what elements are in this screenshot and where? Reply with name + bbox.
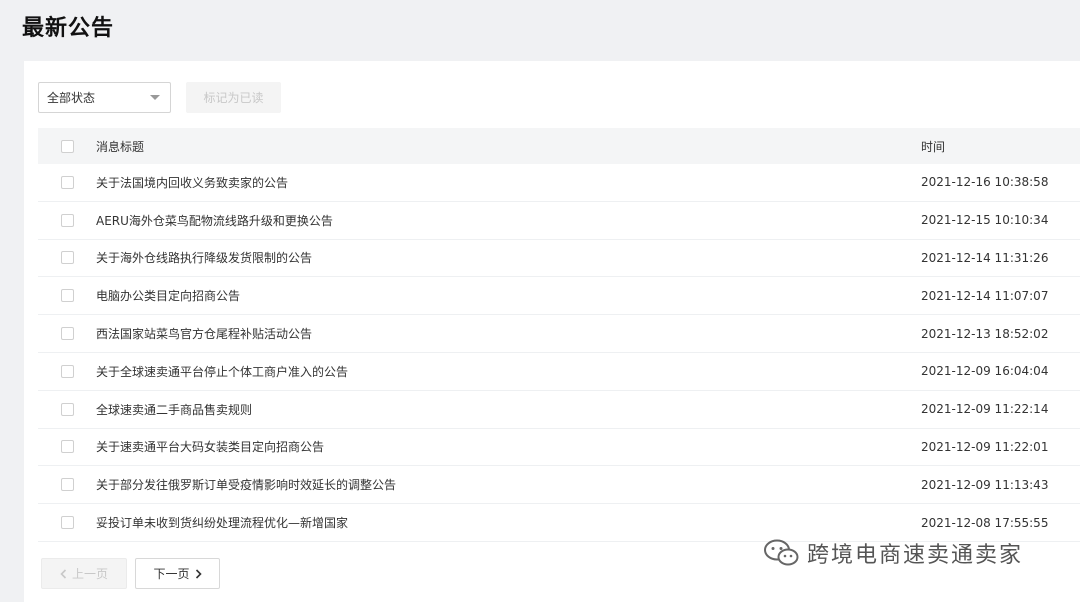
row-time: 2021-12-14 11:07:07	[921, 288, 1049, 303]
row-title-link[interactable]: 妥投订单未收到货纠纷处理流程优化—新增国家	[96, 514, 921, 531]
row-checkbox[interactable]	[60, 364, 74, 378]
row-time: 2021-12-15 10:10:34	[921, 213, 1049, 228]
row-title-link[interactable]: 电脑办公类目定向招商公告	[96, 287, 921, 304]
table-row[interactable]: 关于法国境内回收义务致卖家的公告 2021-12-16 10:38:58	[38, 164, 1080, 202]
row-title-link[interactable]: 关于速卖通平台大码女装类目定向招商公告	[96, 438, 921, 455]
status-filter-select[interactable]: 全部状态	[38, 81, 171, 113]
row-time: 2021-12-09 11:22:14	[921, 402, 1049, 417]
wechat-icon	[764, 539, 799, 566]
prev-page-label: 上一页	[71, 567, 108, 581]
row-checkbox[interactable]	[60, 516, 74, 530]
row-checkbox[interactable]	[60, 440, 74, 454]
row-checkbox[interactable]	[60, 478, 74, 492]
select-all-checkbox[interactable]	[60, 139, 74, 153]
table-row[interactable]: 西法国家站菜鸟官方仓尾程补贴活动公告 2021-12-13 18:52:02	[38, 315, 1080, 353]
table-row[interactable]: 关于部分发往俄罗斯订单受疫情影响时效延长的调整公告 2021-12-09 11:…	[38, 466, 1080, 505]
page-title: 最新公告	[22, 16, 115, 41]
row-time: 2021-12-16 10:38:58	[921, 175, 1049, 190]
chevron-right-icon	[195, 568, 202, 579]
row-checkbox[interactable]	[60, 213, 74, 227]
row-title-link[interactable]: 关于法国境内回收义务致卖家的公告	[96, 174, 921, 191]
row-time: 2021-12-09 16:04:04	[921, 364, 1049, 379]
table-row[interactable]: 电脑办公类目定向招商公告 2021-12-14 11:07:07	[38, 277, 1080, 316]
next-page-label: 下一页	[153, 567, 190, 581]
row-checkbox[interactable]	[60, 251, 74, 265]
row-time: 2021-12-14 11:31:26	[921, 250, 1049, 265]
status-filter-value: 全部状态	[47, 90, 96, 105]
row-title-link[interactable]: 关于部分发往俄罗斯订单受疫情影响时效延长的调整公告	[96, 476, 921, 493]
table-row[interactable]: AERU海外仓菜鸟配物流线路升级和更换公告 2021-12-15 10:10:3…	[38, 202, 1080, 240]
row-checkbox[interactable]	[60, 402, 74, 416]
table-row[interactable]: 关于速卖通平台大码女装类目定向招商公告 2021-12-09 11:22:01	[38, 429, 1080, 467]
row-time: 2021-12-08 17:55:55	[921, 515, 1049, 530]
announcement-panel: 全部状态 标记为已读 消息标题 时间 关于法国境内回收义务致卖家的公告 2021…	[24, 61, 1080, 602]
mark-as-read-button[interactable]: 标记为已读	[186, 81, 281, 113]
table-header: 消息标题 时间	[38, 128, 1080, 164]
row-time: 2021-12-09 11:13:43	[921, 477, 1049, 492]
row-title-link[interactable]: 关于海外仓线路执行降级发货限制的公告	[96, 249, 921, 266]
row-title-link[interactable]: 西法国家站菜鸟官方仓尾程补贴活动公告	[96, 325, 921, 342]
announcement-table: 消息标题 时间 关于法国境内回收义务致卖家的公告 2021-12-16 10:3…	[38, 128, 1080, 542]
row-title-link[interactable]: 关于全球速卖通平台停止个体工商户准入的公告	[96, 363, 921, 380]
watermark-text: 跨境电商速卖通卖家	[807, 543, 1024, 568]
column-header-title: 消息标题	[96, 139, 145, 154]
watermark: 跨境电商速卖通卖家	[763, 537, 1023, 569]
toolbar: 全部状态 标记为已读	[38, 81, 281, 113]
table-row[interactable]: 关于全球速卖通平台停止个体工商户准入的公告 2021-12-09 16:04:0…	[38, 353, 1080, 391]
row-title-link[interactable]: 全球速卖通二手商品售卖规则	[96, 401, 921, 418]
next-page-button[interactable]: 下一页	[135, 558, 220, 589]
chevron-left-icon	[60, 568, 67, 579]
row-checkbox[interactable]	[60, 175, 74, 189]
pagination: 上一页 下一页	[41, 558, 220, 589]
row-checkbox[interactable]	[60, 327, 74, 341]
row-time: 2021-12-09 11:22:01	[921, 439, 1049, 454]
row-checkbox[interactable]	[60, 289, 74, 303]
column-header-time: 时间	[921, 139, 946, 154]
caret-down-icon	[150, 94, 160, 100]
row-title-link[interactable]: AERU海外仓菜鸟配物流线路升级和更换公告	[96, 212, 921, 229]
prev-page-button[interactable]: 上一页	[41, 558, 127, 589]
table-row[interactable]: 关于海外仓线路执行降级发货限制的公告 2021-12-14 11:31:26	[38, 240, 1080, 278]
table-row[interactable]: 全球速卖通二手商品售卖规则 2021-12-09 11:22:14	[38, 391, 1080, 429]
row-time: 2021-12-13 18:52:02	[921, 326, 1049, 341]
